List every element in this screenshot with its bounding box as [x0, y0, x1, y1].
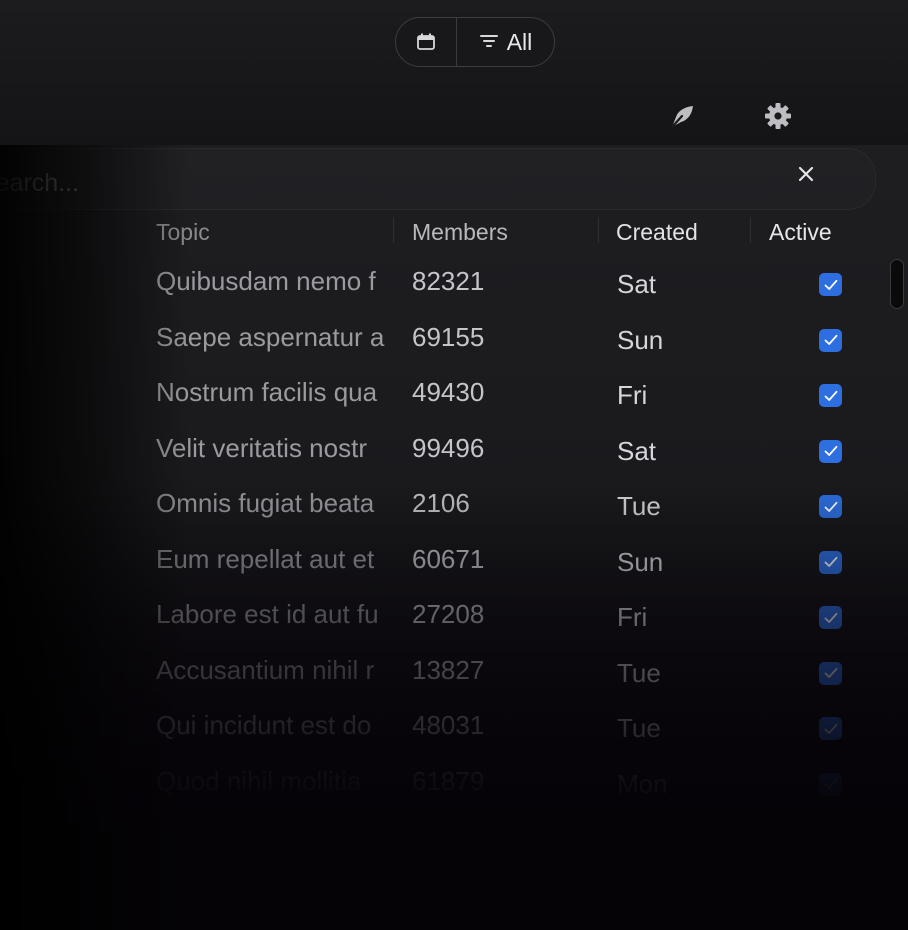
- created-cell: Mon: [617, 768, 668, 799]
- topic-cell: Saepe aspernatur a: [156, 321, 385, 352]
- table-row[interactable]: Omnis fugiat beata 2106 Tue: [0, 475, 908, 530]
- compose-button[interactable]: [665, 99, 699, 133]
- members-cell: 13827: [412, 654, 485, 685]
- close-button[interactable]: [793, 161, 819, 187]
- created-cell: Sat: [617, 435, 657, 466]
- column-header-topic[interactable]: Topic: [156, 219, 210, 246]
- calendar-icon: [417, 33, 435, 50]
- search-panel: Topic Members Created Active Quibusdam n…: [0, 145, 908, 930]
- topic-cell: Quibusdam nemo f: [156, 266, 376, 296]
- created-cell: Sun: [617, 546, 664, 577]
- checkmark-icon: [824, 501, 837, 512]
- table-row[interactable]: Velit veritatis nostr 99496 Sat: [0, 420, 908, 475]
- settings-button[interactable]: [761, 99, 795, 133]
- checkmark-icon: [824, 445, 837, 456]
- active-checkbox[interactable]: [819, 772, 842, 796]
- created-cell: Fri: [617, 380, 648, 410]
- checkmark-icon: [824, 778, 837, 789]
- active-checkbox[interactable]: [819, 328, 842, 352]
- compose-icon: [671, 106, 693, 128]
- checkmark-icon: [824, 612, 837, 623]
- table-row[interactable]: Saepe aspernatur a 69155 Sun: [0, 309, 908, 364]
- topic-cell: Accusantium nihil r: [156, 654, 375, 685]
- topic-cell: Eum repellat aut et: [156, 543, 375, 574]
- topic-cell: Velit veritatis nostr: [156, 432, 367, 463]
- topic-cell: Labore est id aut fu: [156, 599, 379, 629]
- members-cell: 61879: [412, 765, 485, 796]
- column-header-active[interactable]: Active: [769, 219, 832, 246]
- filter-icon: [479, 35, 498, 47]
- created-cell: Tue: [617, 713, 661, 743]
- members-cell: 49430: [412, 377, 485, 407]
- checkmark-icon: [824, 279, 837, 290]
- table-header: Topic Members Created Active: [0, 217, 908, 253]
- table-row[interactable]: Eum repellat aut et 60671 Sun: [0, 531, 908, 586]
- filter-label: All: [506, 28, 533, 55]
- search-input[interactable]: [0, 166, 759, 200]
- checkmark-icon: [824, 667, 837, 678]
- active-checkbox[interactable]: [819, 439, 842, 463]
- gear-icon: [765, 103, 791, 129]
- table-row[interactable]: Quod nihil mollitia 61879 Mon: [0, 753, 908, 808]
- table-row[interactable]: Accusantium nihil r 13827 Tue: [0, 642, 908, 697]
- topic-cell: Omnis fugiat beata: [156, 488, 375, 518]
- checkmark-icon: [824, 334, 837, 345]
- table-row[interactable]: Qui incidunt est do 48031 Tue: [0, 697, 908, 752]
- calendar-button[interactable]: [396, 18, 457, 66]
- topic-cell: Qui incidunt est do: [156, 710, 372, 740]
- created-cell: Sat: [617, 269, 657, 299]
- table-row[interactable]: Labore est id aut fu 27208 Fri: [0, 586, 908, 641]
- members-cell: 2106: [412, 488, 470, 518]
- created-cell: Tue: [617, 491, 661, 521]
- filter-segmented-control: All: [395, 17, 555, 67]
- members-cell: 60671: [412, 543, 485, 574]
- topic-cell: Nostrum facilis qua: [156, 377, 378, 407]
- active-checkbox[interactable]: [819, 606, 842, 629]
- checkmark-icon: [824, 390, 837, 401]
- filter-button[interactable]: All: [457, 18, 554, 66]
- top-toolbar: All: [0, 0, 908, 145]
- close-icon: [798, 166, 814, 182]
- scrollbar-thumb[interactable]: [890, 259, 904, 309]
- active-checkbox[interactable]: [819, 717, 842, 740]
- active-checkbox[interactable]: [819, 273, 842, 296]
- members-cell: 69155: [412, 321, 485, 352]
- members-cell: 48031: [412, 710, 485, 740]
- created-cell: Tue: [617, 657, 661, 688]
- table-row[interactable]: Quibusdam nemo f 82321 Sat: [0, 253, 908, 308]
- column-divider: [393, 217, 394, 243]
- members-cell: 99496: [412, 432, 485, 463]
- members-cell: 27208: [412, 599, 485, 629]
- active-checkbox[interactable]: [819, 550, 842, 574]
- active-checkbox[interactable]: [819, 495, 842, 518]
- created-cell: Sun: [617, 324, 664, 355]
- created-cell: Fri: [617, 602, 648, 632]
- search-box: [0, 148, 876, 210]
- active-checkbox[interactable]: [819, 384, 842, 407]
- checkmark-icon: [824, 723, 837, 734]
- checkmark-icon: [824, 556, 837, 567]
- column-header-members[interactable]: Members: [412, 219, 508, 246]
- members-cell: 82321: [412, 266, 485, 296]
- table-row[interactable]: Nostrum facilis qua 49430 Fri: [0, 364, 908, 419]
- active-checkbox[interactable]: [819, 661, 842, 685]
- column-divider: [750, 217, 751, 243]
- column-divider: [598, 217, 599, 243]
- column-header-created[interactable]: Created: [616, 219, 698, 246]
- topic-cell: Quod nihil mollitia: [156, 765, 362, 796]
